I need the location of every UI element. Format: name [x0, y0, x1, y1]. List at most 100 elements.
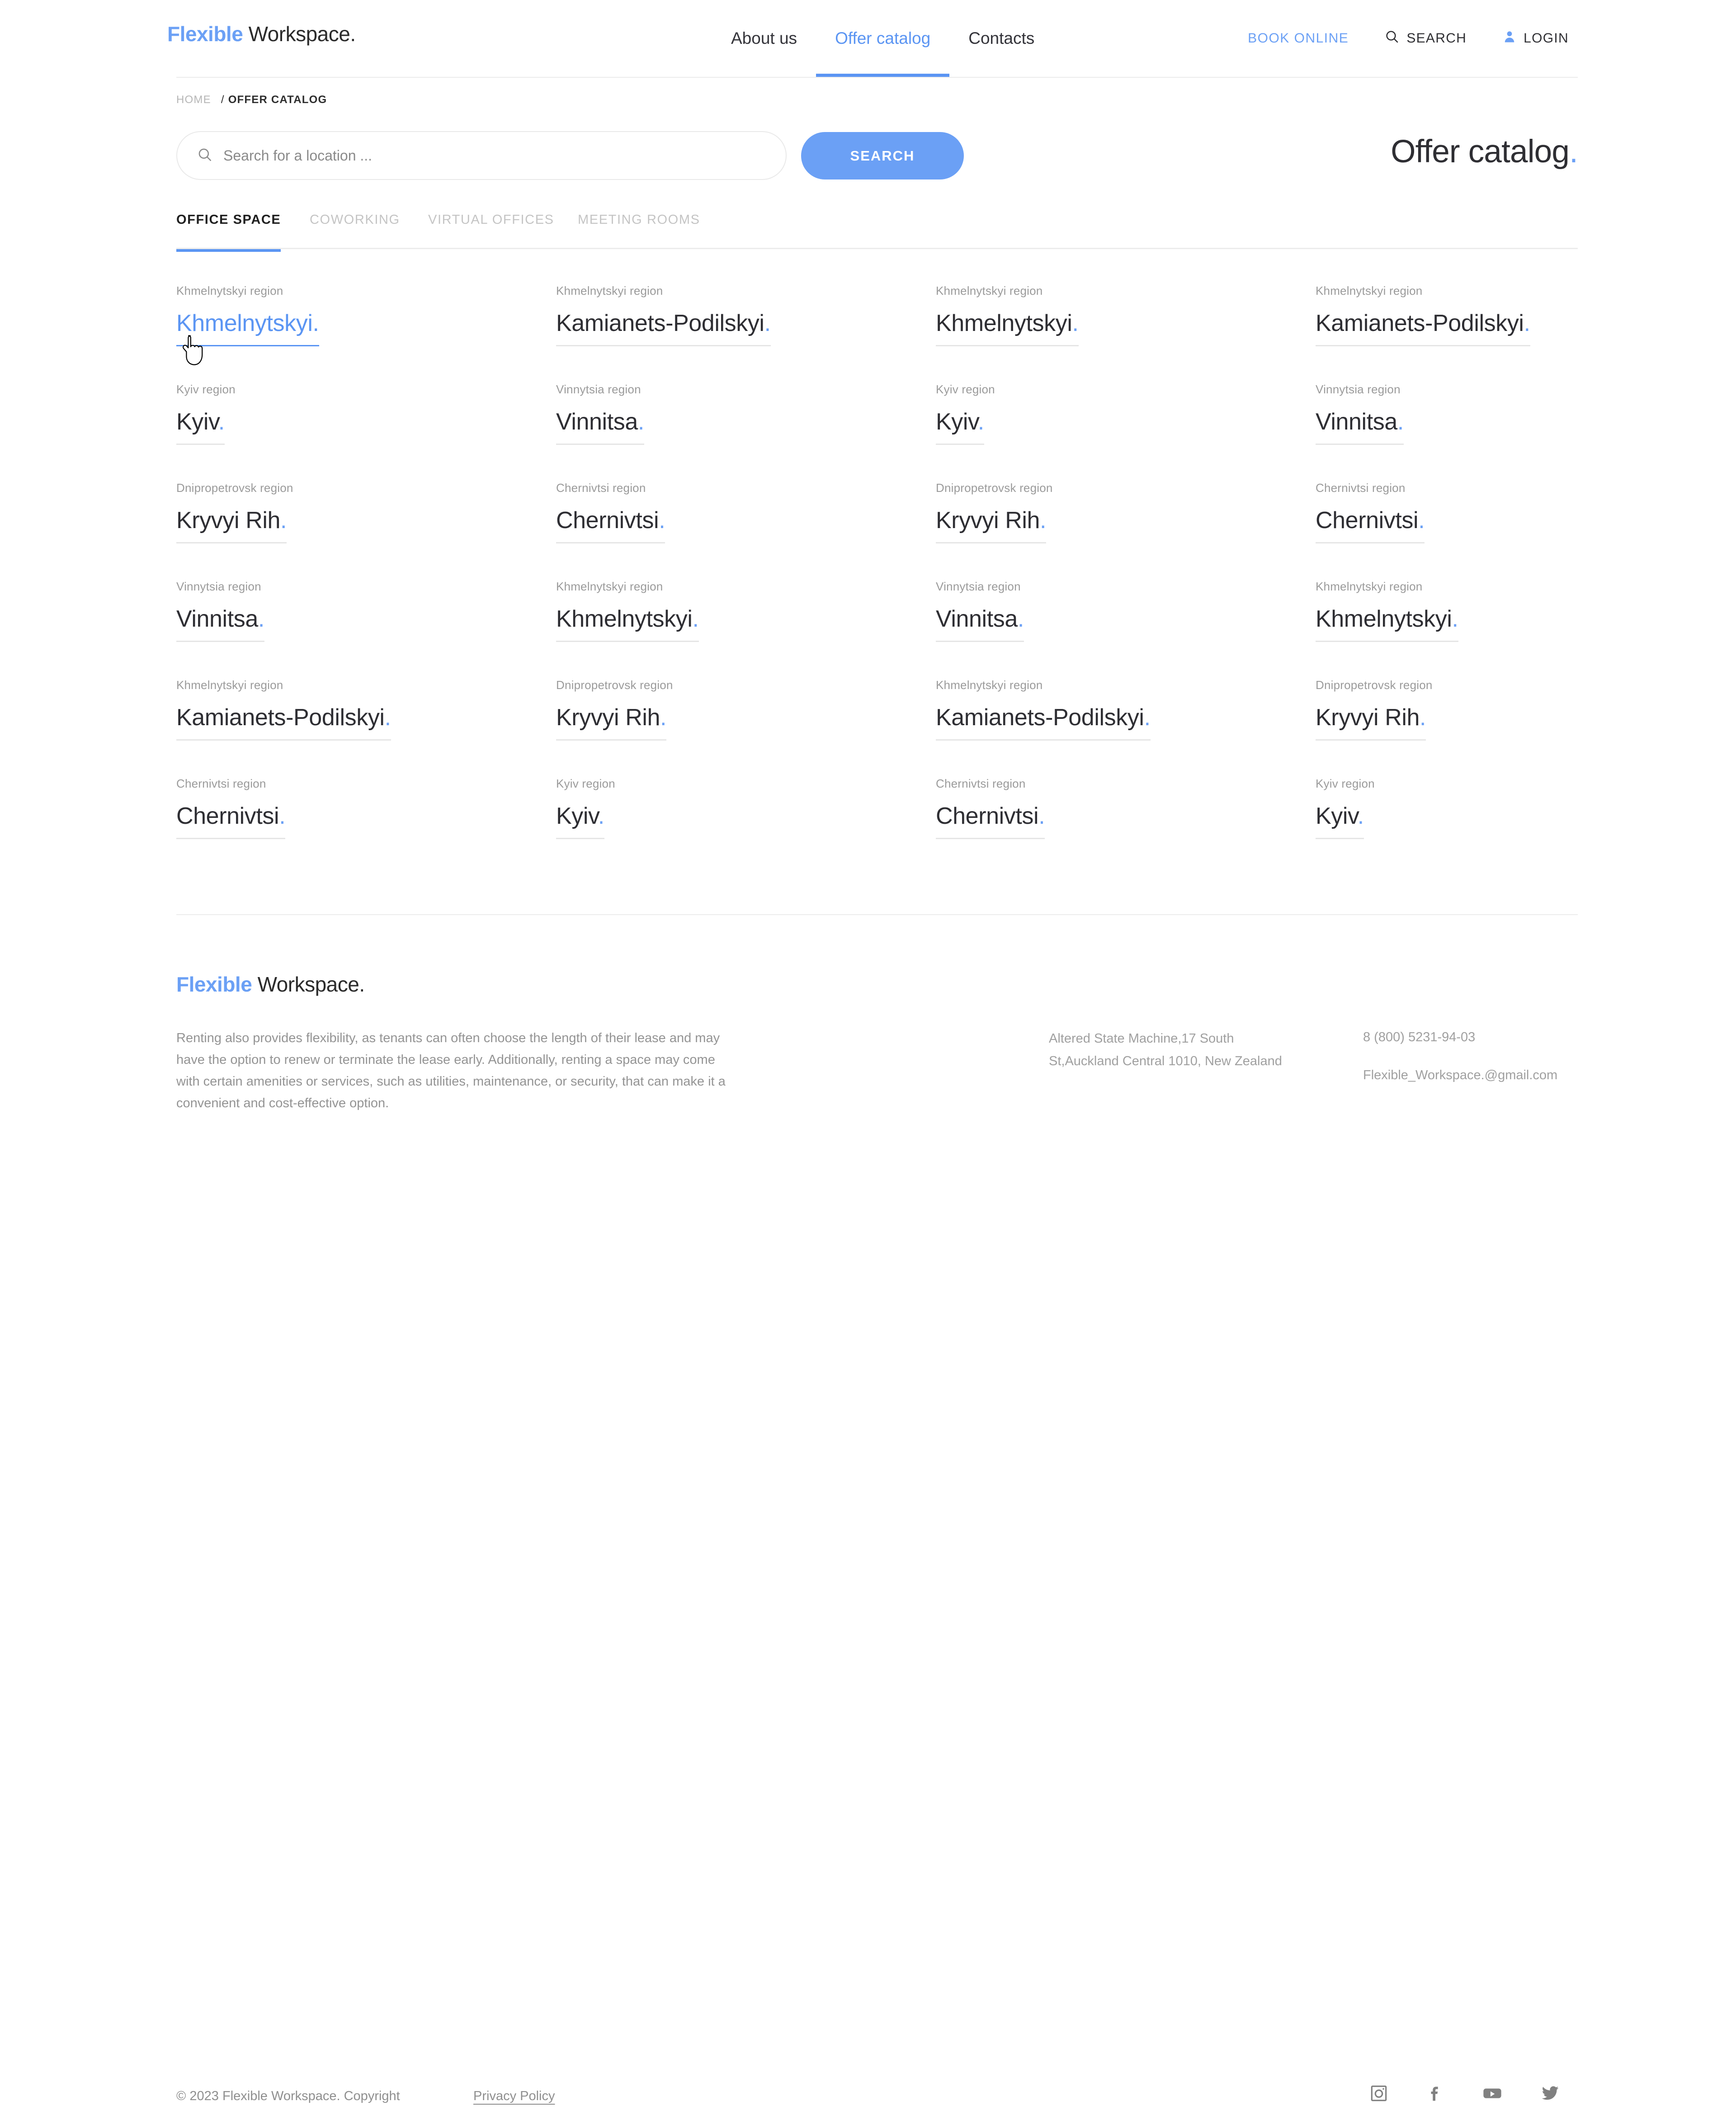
offer-card[interactable]: Khmelnytskyi region Kamianets-Podilskyi.	[556, 285, 891, 383]
tab-coworking[interactable]: COWORKING	[310, 212, 400, 252]
offer-card-name-wrapper: Chernivtsi.	[1316, 509, 1425, 543]
offer-card-name-text: Chernivtsi	[936, 803, 1039, 829]
offer-card-name-text: Vinnitsa	[556, 409, 638, 435]
offer-card[interactable]: Vinnytsia region Vinnitsa.	[1316, 383, 1650, 482]
youtube-icon[interactable]	[1482, 2084, 1502, 2105]
offer-card-name-dot: .	[1418, 507, 1425, 534]
tab-meeting-rooms[interactable]: MEETING ROOMS	[578, 212, 700, 252]
offer-card[interactable]: Khmelnytskyi region Khmelnytskyi.	[176, 285, 511, 383]
offer-card[interactable]: Dnipropetrovsk region Kryvyi Rih.	[556, 679, 891, 778]
nav-label: About us	[731, 29, 797, 47]
privacy-policy-link[interactable]: Privacy Policy	[473, 2089, 555, 2104]
offer-card-region: Vinnytsia region	[936, 580, 1021, 593]
offer-card-name-wrapper: Kryvyi Rih.	[936, 509, 1046, 543]
offer-card[interactable]: Vinnytsia region Vinnitsa.	[936, 581, 1270, 679]
site-logo[interactable]: Flexible Workspace.	[167, 22, 356, 46]
offer-card-name-dot: .	[1524, 310, 1530, 336]
offer-card[interactable]: Kyiv region Kyiv.	[1316, 778, 1650, 876]
footer-logo[interactable]: Flexible Workspace.	[176, 972, 365, 996]
social-links	[1370, 2084, 1560, 2105]
offer-card[interactable]: Khmelnytskyi region Kamianets-Podilskyi.	[936, 679, 1270, 778]
offer-card[interactable]: Kyiv region Kyiv.	[936, 383, 1270, 482]
offer-card[interactable]: Chernivtsi region Chernivtsi.	[1316, 482, 1650, 581]
offer-card-region: Khmelnytskyi region	[176, 678, 283, 692]
nav-item-contacts[interactable]: Contacts	[949, 0, 1053, 77]
breadcrumb-home[interactable]: HOME	[176, 94, 211, 106]
offer-card-name: Chernivtsi.	[936, 803, 1045, 829]
offer-card-region: Dnipropetrovsk region	[936, 481, 1053, 495]
offer-card-region: Dnipropetrovsk region	[176, 481, 293, 495]
offer-card-name: Kyiv.	[176, 409, 225, 435]
page-title-text: Offer catalog	[1391, 134, 1570, 170]
offer-card-name: Vinnitsa.	[176, 606, 264, 632]
offer-card-name-text: Kryvyi Rih	[936, 507, 1040, 534]
tab-office-space[interactable]: OFFICE SPACE	[176, 212, 281, 252]
user-icon	[1503, 29, 1516, 47]
offer-card[interactable]: Khmelnytskyi region Khmelnytskyi.	[556, 581, 891, 679]
offer-card-name: Kamianets-Podilskyi.	[1316, 310, 1530, 336]
nav-item-offer-catalog[interactable]: Offer catalog	[816, 0, 950, 77]
login-label: LOGIN	[1524, 31, 1569, 46]
offer-card-name-wrapper: Vinnitsa.	[556, 410, 644, 445]
offer-card[interactable]: Vinnytsia region Vinnitsa.	[556, 383, 891, 482]
offer-card-name-dot: .	[598, 803, 604, 829]
header-inner: Flexible Workspace. About us Offer catal…	[167, 0, 1569, 77]
header-search-button[interactable]: SEARCH	[1385, 29, 1467, 47]
offer-card[interactable]: Vinnytsia region Vinnitsa.	[176, 581, 511, 679]
contact-phone[interactable]: 8 (800) 5231-94-03	[1363, 1025, 1598, 1050]
logo-dot: .	[350, 22, 356, 46]
offer-card-name-wrapper: Kyiv.	[556, 804, 604, 839]
site-header: Flexible Workspace. About us Offer catal…	[0, 0, 1736, 77]
search-input[interactable]	[223, 147, 576, 164]
offer-card-name: Kryvyi Rih.	[1316, 704, 1426, 731]
breadcrumb-current: OFFER CATALOG	[228, 94, 327, 106]
tab-virtual-offices[interactable]: VIRTUAL OFFICES	[428, 212, 554, 252]
offer-card[interactable]: Dnipropetrovsk region Kryvyi Rih.	[1316, 679, 1650, 778]
facebook-icon[interactable]	[1426, 2084, 1444, 2105]
offer-card-name-dot: .	[1452, 606, 1458, 632]
offer-card[interactable]: Khmelnytskyi region Kamianets-Podilskyi.	[1316, 285, 1650, 383]
location-search: SEARCH	[176, 131, 964, 181]
contact-email[interactable]: Flexible_Workspace.@gmail.com	[1363, 1062, 1598, 1088]
login-button[interactable]: LOGIN	[1503, 29, 1569, 47]
offer-card[interactable]: Dnipropetrovsk region Kryvyi Rih.	[176, 482, 511, 581]
offer-card-name-wrapper: Khmelnytskyi.	[1316, 607, 1458, 642]
search-field-wrapper[interactable]	[176, 131, 787, 180]
offer-card[interactable]: Chernivtsi region Chernivtsi.	[176, 778, 511, 876]
offer-card[interactable]: Khmelnytskyi region Khmelnytskyi.	[936, 285, 1270, 383]
offer-card[interactable]: Kyiv region Kyiv.	[176, 383, 511, 482]
offer-card-region: Kyiv region	[556, 777, 615, 790]
offer-card[interactable]: Khmelnytskyi region Khmelnytskyi.	[1316, 581, 1650, 679]
offer-card-name: Kyiv.	[556, 803, 604, 829]
nav-item-about-us[interactable]: About us	[712, 0, 816, 77]
offer-card-name-dot: .	[764, 310, 771, 336]
offer-card[interactable]: Dnipropetrovsk region Kryvyi Rih.	[936, 482, 1270, 581]
offer-card-name-text: Kamianets-Podilskyi	[556, 310, 764, 336]
offer-card-name-wrapper: Kryvyi Rih.	[176, 509, 287, 543]
offer-card-name: Kamianets-Podilskyi.	[176, 704, 391, 731]
address-line-2: St,Auckland Central 1010, New Zealand	[1049, 1054, 1282, 1068]
offer-card-region: Khmelnytskyi region	[556, 284, 663, 298]
offer-card[interactable]: Chernivtsi region Chernivtsi.	[936, 778, 1270, 876]
offer-card-name-text: Khmelnytskyi	[936, 310, 1072, 336]
footer-description: Renting also provides flexibility, as te…	[176, 1031, 726, 1110]
offer-card-name-dot: .	[692, 606, 699, 632]
offer-card-name-text: Khmelnytskyi	[556, 606, 693, 632]
offer-card-name-text: Kyiv	[176, 409, 218, 435]
offer-card-name-text: Kyiv	[936, 409, 978, 435]
twitter-icon[interactable]	[1541, 2084, 1560, 2105]
instagram-icon[interactable]	[1370, 2084, 1388, 2105]
offer-card-name-wrapper: Kamianets-Podilskyi.	[176, 706, 391, 741]
offer-card[interactable]: Kyiv region Kyiv.	[556, 778, 891, 876]
offer-card-name-wrapper: Khmelnytskyi.	[176, 312, 319, 346]
header-search-label: SEARCH	[1406, 31, 1467, 46]
offer-card-name-text: Chernivtsi	[176, 803, 279, 829]
offer-card-region: Chernivtsi region	[556, 481, 646, 495]
offer-card[interactable]: Chernivtsi region Chernivtsi.	[556, 482, 891, 581]
offer-card[interactable]: Khmelnytskyi region Kamianets-Podilskyi.	[176, 679, 511, 778]
book-online-button[interactable]: BOOK ONLINE	[1248, 31, 1349, 46]
breadcrumb-separator: /	[221, 94, 225, 106]
search-icon	[197, 147, 212, 165]
search-submit-button[interactable]: SEARCH	[801, 132, 964, 179]
logo-accent: Flexible	[167, 22, 243, 46]
